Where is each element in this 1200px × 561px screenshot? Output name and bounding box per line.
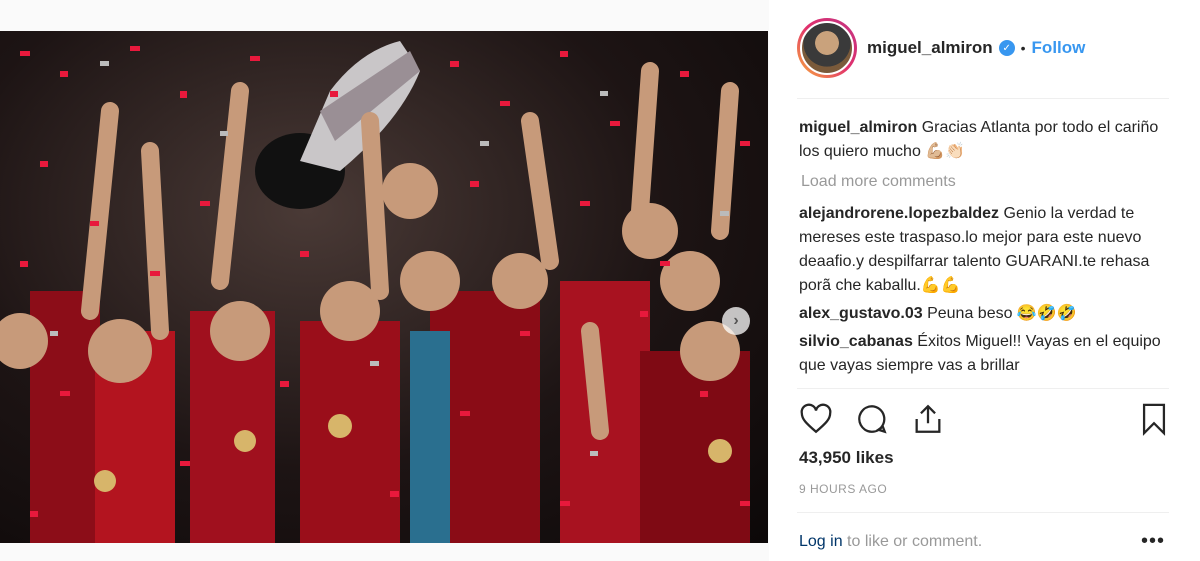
caption: miguel_almiron Gracias Atlanta por todo … [799, 116, 1169, 164]
post-photo[interactable]: › [0, 31, 768, 543]
avatar-image [800, 21, 854, 75]
load-more-comments-button[interactable]: Load more comments [801, 170, 1169, 194]
likes-count[interactable]: 43,950 likes [799, 448, 894, 468]
login-prompt-text: to like or comment. [842, 533, 983, 550]
comment-item: alex_gustavo.03 Peuna beso 😂🤣🤣 [799, 302, 1169, 326]
post-timestamp: 9 HOURS AGO [799, 482, 888, 496]
comment-item: alejandrorene.lopezbaldez Genio la verda… [799, 202, 1169, 298]
celebration-photo [0, 41, 750, 543]
more-options-icon[interactable]: ••• [1141, 530, 1165, 553]
comment-username[interactable]: silvio_cabanas [799, 333, 913, 350]
post-panel: miguel_almiron ✓ • Follow miguel_almiron… [769, 0, 1200, 561]
divider [797, 388, 1169, 389]
separator-dot: • [1020, 40, 1026, 56]
comment-username[interactable]: alex_gustavo.03 [799, 305, 923, 322]
divider [797, 98, 1169, 99]
login-prompt: Log in to like or comment. [799, 533, 982, 551]
next-arrow-icon[interactable]: › [722, 307, 750, 335]
avatar[interactable] [797, 18, 857, 78]
save-bookmark-icon[interactable] [1137, 402, 1171, 436]
username-link[interactable]: miguel_almiron [867, 38, 993, 58]
comment-item: silvio_cabanas Éxitos Miguel!! Vayas en … [799, 330, 1169, 378]
like-heart-icon[interactable] [799, 402, 833, 436]
share-icon[interactable] [911, 402, 945, 436]
comment-text: Peuna beso 😂🤣🤣 [927, 305, 1077, 322]
login-link[interactable]: Log in [799, 533, 843, 550]
comment-bubble-icon[interactable] [855, 402, 889, 436]
verified-badge-icon: ✓ [998, 40, 1015, 56]
caption-username[interactable]: miguel_almiron [799, 119, 917, 136]
divider [797, 512, 1169, 513]
comment-username[interactable]: alejandrorene.lopezbaldez [799, 205, 999, 222]
comments-list: miguel_almiron Gracias Atlanta por todo … [799, 116, 1169, 386]
follow-button[interactable]: Follow [1032, 38, 1086, 58]
action-bar [799, 402, 1171, 436]
post-header: miguel_almiron ✓ • Follow [797, 18, 1085, 78]
players [0, 62, 750, 543]
